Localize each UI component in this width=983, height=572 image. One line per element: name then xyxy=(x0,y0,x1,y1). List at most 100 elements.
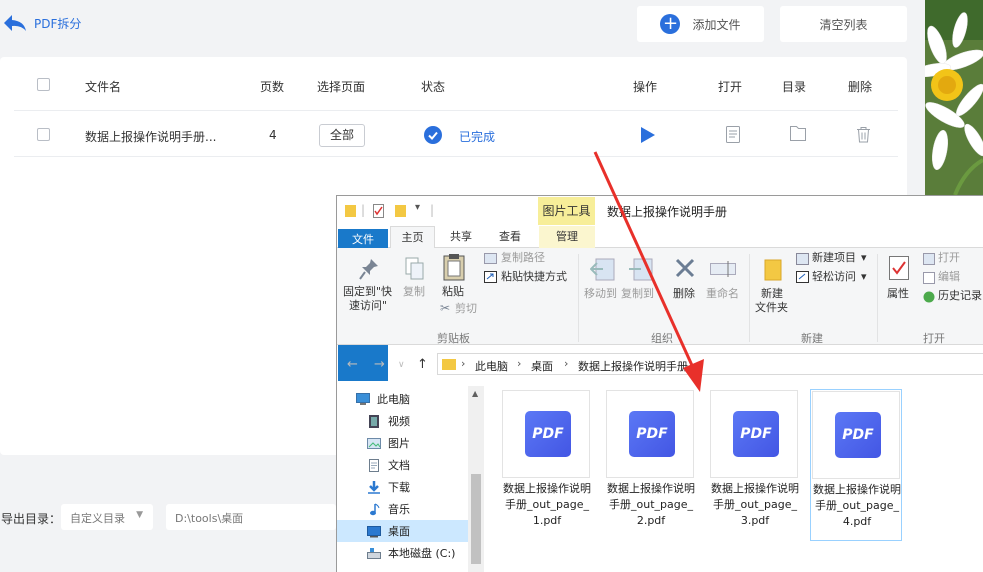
column-folder: 目录 xyxy=(782,80,807,94)
back-arrow-icon xyxy=(4,15,26,31)
file-item[interactable]: PDF 数据上报操作说明手册_out_page_2.pdf xyxy=(605,389,697,541)
select-pages-button[interactable]: 全部 xyxy=(319,124,365,147)
properties-small-icon[interactable] xyxy=(373,204,384,218)
file-item-selected[interactable]: PDF 数据上报操作说明手册_out_page_4.pdf xyxy=(810,389,902,541)
file-name: 数据上报操作说明手册_out_page_4.pdf xyxy=(813,483,901,528)
open-folder-icon[interactable] xyxy=(790,126,806,141)
paste-label: 粘贴 xyxy=(442,285,464,298)
nav-item-music[interactable]: 音乐 xyxy=(367,498,479,520)
back-nav-icon[interactable]: ← xyxy=(347,357,358,372)
file-item[interactable]: PDF 数据上报操作说明手册_out_page_1.pdf xyxy=(501,389,593,541)
delete-x-icon xyxy=(675,258,695,278)
nav-item-videos[interactable]: 视频 xyxy=(367,410,479,432)
pdf-icon: PDF xyxy=(835,412,881,458)
up-nav-icon[interactable]: ↑ xyxy=(417,357,428,372)
breadcrumb-folder[interactable]: 数据上报操作说明手册 xyxy=(578,358,688,374)
picture-icon xyxy=(367,437,381,449)
completed-check-icon xyxy=(424,126,442,144)
select-all-checkbox[interactable] xyxy=(37,78,50,91)
back-button[interactable]: PDF拆分 xyxy=(2,12,81,34)
breadcrumb-desktop[interactable]: 桌面 xyxy=(531,358,553,374)
row-pages: 4 xyxy=(269,128,277,142)
tab-manage[interactable]: 管理 xyxy=(539,226,595,248)
file-name: 数据上报操作说明手册_out_page_2.pdf xyxy=(607,482,695,527)
nav-label: 文档 xyxy=(388,459,410,472)
row-status: 已完成 xyxy=(459,130,496,144)
file-thumbnail: PDF xyxy=(812,391,900,479)
new-item-label: 新建项目 xyxy=(812,251,856,264)
properties-label: 属性 xyxy=(887,287,909,300)
cut-label: 剪切 xyxy=(455,302,477,315)
row-checkbox[interactable] xyxy=(37,128,50,141)
qat-dropdown-icon[interactable]: ▾ xyxy=(415,202,420,213)
copy-to-label: 复制到 xyxy=(621,287,654,300)
file-name: 数据上报操作说明手册_out_page_1.pdf xyxy=(503,482,591,527)
pdf-icon: PDF xyxy=(733,411,779,457)
row-divider xyxy=(14,156,898,157)
recent-locations-icon[interactable]: ∨ xyxy=(398,360,405,370)
file-thumbnail: PDF xyxy=(502,390,590,478)
daisy-image xyxy=(925,0,983,195)
pin-label-1: 固定到"快 xyxy=(343,285,393,298)
nav-item-downloads[interactable]: 下载 xyxy=(367,476,479,498)
folder-icon xyxy=(442,359,456,370)
delete-icon[interactable] xyxy=(856,126,871,143)
nav-label: 下载 xyxy=(388,481,410,494)
new-folder-small-icon[interactable] xyxy=(395,204,406,218)
tab-home[interactable]: 主页 xyxy=(390,226,435,249)
output-directory-bar: 导出目录： 自定义目录 ▼ D:\tools\桌面 xyxy=(0,503,336,533)
download-icon xyxy=(368,480,380,494)
group-open-label: 打开 xyxy=(923,332,945,345)
address-bar[interactable]: › 此电脑 › 桌面 › 数据上报操作说明手册 xyxy=(437,353,983,375)
forward-nav-icon[interactable]: → xyxy=(374,357,385,372)
move-to-icon xyxy=(590,258,615,281)
file-item[interactable]: PDF 数据上报操作说明手册_out_page_3.pdf xyxy=(709,389,801,541)
edit-icon xyxy=(923,272,935,284)
tab-view[interactable]: 查看 xyxy=(490,226,530,248)
navigation-pane: 此电脑 视频 图片 文档 下载 音乐 桌面 本地磁盘 (C:) xyxy=(337,386,485,572)
tab-share[interactable]: 共享 xyxy=(441,226,481,248)
add-file-button[interactable]: + 添加文件 xyxy=(637,6,764,42)
paste-shortcut-label: 粘贴快捷方式 xyxy=(501,270,567,283)
nav-label: 视频 xyxy=(388,415,410,428)
scroll-up-icon[interactable]: ▲ xyxy=(472,389,478,398)
chevron-right-icon: › xyxy=(564,357,569,370)
nav-item-documents[interactable]: 文档 xyxy=(367,454,479,476)
file-name: 数据上报操作说明手册_out_page_3.pdf xyxy=(711,482,799,527)
file-view: PDF 数据上报操作说明手册_out_page_1.pdf PDF 数据上报操作… xyxy=(487,386,983,572)
open-file-icon[interactable] xyxy=(726,126,740,143)
ribbon-separator xyxy=(877,254,878,342)
play-icon[interactable] xyxy=(640,126,656,144)
scissors-icon: ✂ xyxy=(440,301,451,315)
nav-item-local-disk[interactable]: 本地磁盘 (C:) xyxy=(367,542,479,564)
open-icon xyxy=(923,253,935,265)
clear-list-label: 清空列表 xyxy=(819,17,868,32)
nav-item-this-pc[interactable]: 此电脑 xyxy=(356,388,468,410)
open-label: 打开 xyxy=(938,251,960,264)
nav-item-pictures[interactable]: 图片 xyxy=(367,432,479,454)
column-action: 操作 xyxy=(633,80,658,94)
column-delete: 删除 xyxy=(848,80,873,94)
new-folder-label-2: 文件夹 xyxy=(755,301,788,314)
copy-path-label: 复制路径 xyxy=(501,251,545,264)
plus-icon: + xyxy=(660,14,681,34)
output-mode-value: 自定义目录 xyxy=(70,512,125,525)
desktop-wallpaper xyxy=(925,0,983,195)
group-organize-label: 组织 xyxy=(651,332,673,345)
scrollbar-thumb[interactable] xyxy=(471,474,481,564)
dropdown-caret-icon: ▼ xyxy=(136,510,143,520)
clear-list-button[interactable]: 清空列表 xyxy=(780,6,907,42)
navigation-scrollbar[interactable]: ▲ xyxy=(468,386,484,572)
move-to-label: 移动到 xyxy=(584,287,617,300)
rename-label: 重命名 xyxy=(706,287,739,300)
ribbon-separator xyxy=(749,254,750,342)
output-mode-select[interactable]: 自定义目录 ▼ xyxy=(61,504,153,530)
breadcrumb-this-pc[interactable]: 此电脑 xyxy=(475,358,508,374)
output-path-input[interactable]: D:\tools\桌面 xyxy=(166,504,336,530)
column-pages: 页数 xyxy=(260,80,285,94)
music-icon xyxy=(370,503,380,515)
pdf-icon: PDF xyxy=(629,411,675,457)
dropdown-caret-icon: ▾ xyxy=(861,251,867,264)
column-filename: 文件名 xyxy=(85,80,122,94)
nav-item-desktop[interactable]: 桌面 xyxy=(337,520,468,542)
